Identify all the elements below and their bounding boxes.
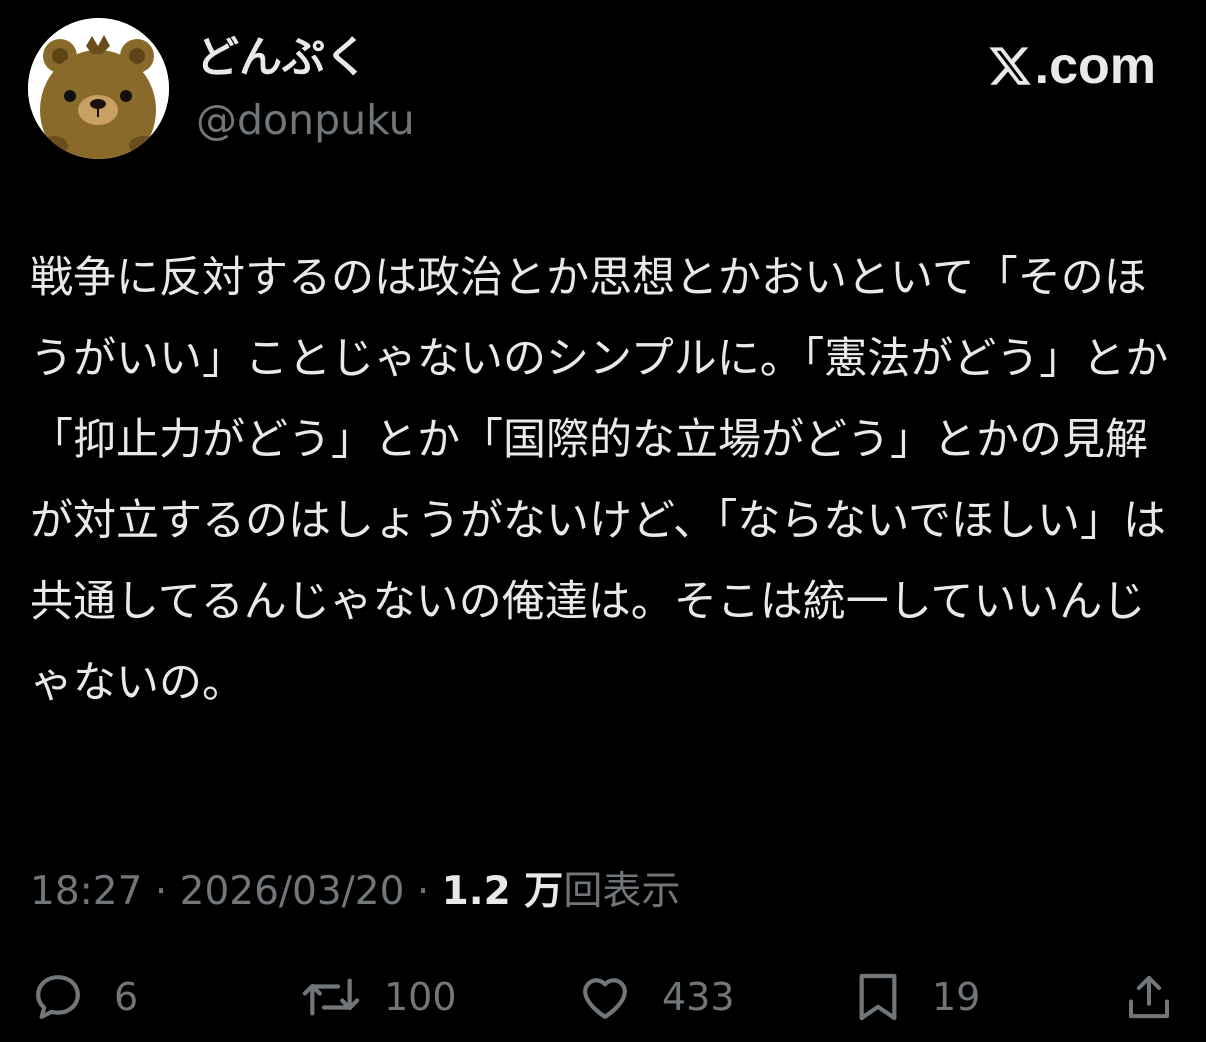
tweet-date[interactable]: 2026/03/20 <box>180 869 405 914</box>
reply-count: 6 <box>114 975 139 1019</box>
meta-separator: · <box>154 869 168 914</box>
bookmark-icon <box>859 973 897 1021</box>
x-logo-icon <box>989 47 1031 85</box>
share-button[interactable] <box>1122 962 1176 1032</box>
reply-icon <box>36 975 80 1019</box>
tweet-time[interactable]: 18:27 <box>30 869 142 914</box>
user-handle[interactable]: @donpuku <box>196 94 415 146</box>
repost-button[interactable]: 100 <box>300 962 457 1032</box>
repost-count: 100 <box>384 975 457 1019</box>
bookmark-count: 19 <box>932 975 981 1019</box>
brand-watermark: .com <box>987 36 1156 96</box>
bear-avatar-icon <box>28 18 169 159</box>
avatar[interactable] <box>28 18 169 159</box>
reply-button[interactable]: 6 <box>30 962 138 1032</box>
tweet-meta: 18:27 · 2026/03/20 · 1.2 万回表示 <box>30 866 680 918</box>
bookmark-button[interactable]: 19 <box>852 962 980 1032</box>
meta-separator: · <box>416 869 430 914</box>
like-count: 433 <box>662 975 735 1019</box>
brand-text: .com <box>1034 37 1156 95</box>
like-button[interactable]: 433 <box>576 962 735 1032</box>
share-icon <box>1128 975 1170 1019</box>
views-label: 回表示 <box>563 869 681 914</box>
views-count: 1.2 万 <box>441 869 564 914</box>
display-name[interactable]: どんぷく <box>196 30 368 86</box>
action-bar: 6 100 433 19 <box>0 962 1206 1032</box>
tweet-text: 戦争に反対するのは政治とか思想とかおいといて「そのほうがいい」ことじゃないのシン… <box>30 253 1169 708</box>
heart-icon <box>583 978 627 1019</box>
repost-icon <box>302 978 360 1016</box>
